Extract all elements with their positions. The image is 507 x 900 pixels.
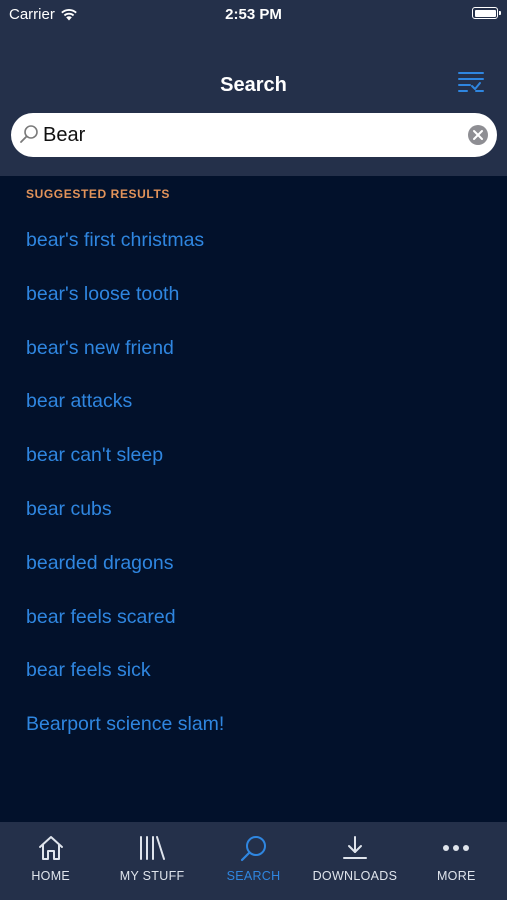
tab-search-label: SEARCH [226, 869, 281, 883]
search-icon [240, 836, 266, 862]
search-bar [11, 113, 497, 157]
suggestion-item[interactable]: bear can't sleep [26, 441, 224, 495]
status-time: 2:53 PM [225, 6, 282, 23]
suggestion-list: bear's first christmas bear's loose toot… [26, 226, 224, 764]
suggested-results-heading: SUGGESTED RESULTS [26, 187, 170, 201]
tab-my-stuff-label: MY STUFF [119, 869, 185, 883]
tab-bar: HOME MY STUFF SEARCH DOWNLOADS MORE [0, 822, 507, 900]
suggestion-item[interactable]: bear's first christmas [26, 226, 224, 280]
tab-search[interactable]: SEARCH [203, 822, 304, 900]
library-icon [140, 836, 166, 860]
tab-downloads-label: DOWNLOADS [312, 869, 398, 883]
tab-more[interactable]: MORE [406, 822, 507, 900]
suggestion-item[interactable]: bear feels scared [26, 603, 224, 657]
more-icon [443, 845, 470, 851]
suggestion-item[interactable]: Bearport science slam! [26, 710, 224, 764]
tab-my-stuff[interactable]: MY STUFF [101, 822, 202, 900]
clear-search-icon[interactable] [467, 124, 489, 146]
suggestion-item[interactable]: bear cubs [26, 495, 224, 549]
page-title: Search [220, 74, 287, 96]
tab-downloads[interactable]: DOWNLOADS [304, 822, 405, 900]
tab-home[interactable]: HOME [0, 822, 101, 900]
suggestion-item[interactable]: bear attacks [26, 387, 224, 441]
magnifier-icon [20, 125, 38, 143]
suggestion-item[interactable]: bear's new friend [26, 334, 224, 388]
filter-icon [458, 72, 484, 92]
suggestion-item[interactable]: bearded dragons [26, 549, 224, 603]
header: Carrier 2:53 PM Search [0, 0, 507, 176]
status-bar: Carrier 2:53 PM [0, 0, 507, 30]
tab-more-label: MORE [436, 869, 476, 883]
suggestion-item[interactable]: bear's loose tooth [26, 280, 224, 334]
search-input[interactable] [43, 113, 463, 157]
home-icon [38, 836, 63, 860]
battery-icon [472, 7, 501, 19]
suggestion-item[interactable]: bear feels sick [26, 656, 224, 710]
download-icon [342, 836, 367, 859]
filter-button[interactable] [456, 68, 486, 96]
tab-home-label: HOME [31, 869, 71, 883]
